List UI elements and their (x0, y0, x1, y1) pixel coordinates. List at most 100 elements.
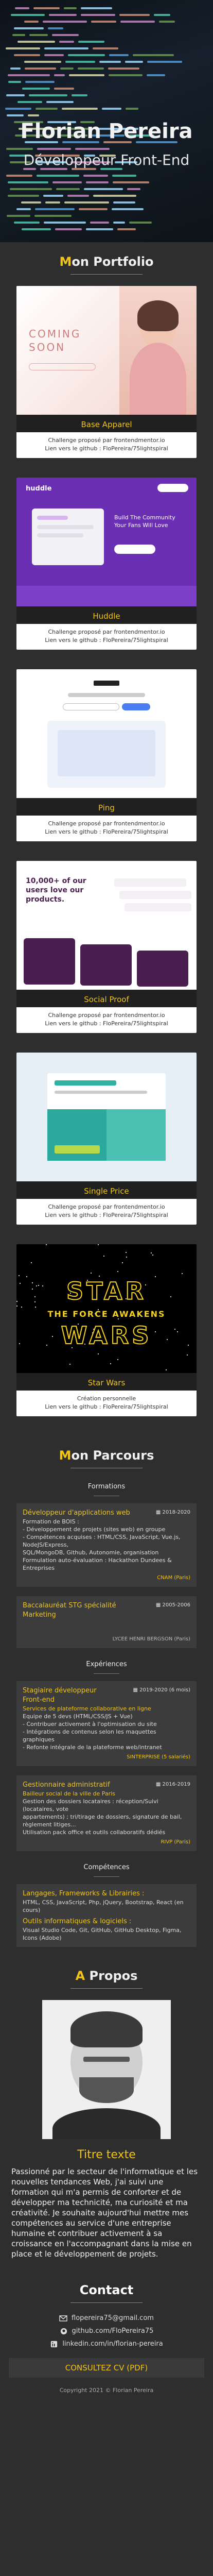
code-line (59, 41, 74, 43)
star (19, 1275, 20, 1276)
code-line (54, 88, 74, 90)
apropos-section: A Propos Titre texte Passionné par le se… (0, 1956, 213, 2259)
code-line (78, 41, 104, 43)
project-title: Ping (16, 798, 197, 816)
code-line (48, 27, 63, 29)
code-line (7, 215, 30, 217)
code-line (108, 67, 139, 70)
star (98, 1353, 99, 1354)
star (117, 1271, 118, 1272)
project-card-social-proof[interactable]: 10,000+ of our users love our products. … (16, 861, 197, 1033)
code-line (24, 21, 39, 23)
code-line (125, 61, 143, 63)
code-line (44, 222, 86, 224)
code-line (55, 228, 82, 230)
code-line (117, 228, 136, 230)
calendar-icon: ▦ (155, 1782, 161, 1787)
code-line (78, 67, 104, 70)
project-screenshot[interactable]: COMING SOON (16, 286, 197, 415)
code-line (119, 14, 150, 16)
code-line (12, 34, 25, 36)
star (31, 1262, 32, 1263)
star (117, 1359, 118, 1360)
code-line (93, 47, 118, 49)
code-line (126, 108, 138, 110)
code-line (112, 175, 136, 177)
divider (94, 1876, 119, 1877)
code-line (29, 34, 48, 36)
code-line (16, 208, 31, 210)
code-line (37, 175, 79, 177)
formation-place: LYCEE HENRI BERGSON (Paris) (112, 1636, 190, 1642)
code-line (35, 208, 75, 210)
star (182, 1273, 183, 1274)
code-line (44, 47, 88, 49)
hero-subtitle: Développeur Front-End (23, 151, 190, 168)
code-line (8, 195, 39, 197)
code-line (49, 14, 77, 16)
star (187, 1354, 188, 1355)
code-line (21, 201, 41, 204)
calendar-icon: ▦ (155, 1510, 161, 1515)
mock-logo: huddle (26, 485, 52, 493)
star (16, 1306, 17, 1307)
project-card-star-wars[interactable]: STAR THE FORCE AWAKENS WARS Star Wars Cr… (16, 1244, 197, 1416)
project-screenshot[interactable]: 10,000+ of our users love our products. (16, 861, 197, 990)
project-screenshot[interactable]: huddle Build The Community Your Fans Wil… (16, 478, 197, 606)
star (98, 1244, 99, 1245)
star (110, 1363, 111, 1364)
project-screenshot[interactable]: STAR THE FORCE AWAKENS WARS (16, 1244, 197, 1373)
parcours-section: Mon Parcours Formations Développeur d'ap… (0, 1436, 213, 1947)
code-line (86, 228, 113, 230)
profile-photo (42, 2000, 171, 2139)
project-card-single-price[interactable]: Single Price Challenge proposé par front… (16, 1053, 197, 1225)
project-title: Base Apparel (16, 415, 197, 432)
formation-card: Développeur d'applications web ▦ 2018-20… (16, 1503, 197, 1587)
project-description: Challenge proposé par frontendmentor.io … (16, 816, 197, 841)
project-description: Création personnelle Lien vers le github… (16, 1391, 197, 1416)
experience-card: Stagiaire développeur Front-end ▦ 2019-2… (16, 1681, 197, 1766)
project-card-base-apparel[interactable]: COMING SOON Base Apparel Challenge propo… (16, 286, 197, 458)
linkedin-link[interactable]: linkedin.com/in/florian-pereira (0, 2340, 213, 2348)
competences-title: Langages, Frameworks & Librairies : (23, 1890, 145, 1897)
code-line (83, 175, 108, 177)
github-link[interactable]: github.com/FloPereira75 (0, 2327, 213, 2335)
code-line (120, 21, 155, 23)
project-card-ping[interactable]: Ping Challenge proposé par frontendmento… (16, 669, 197, 841)
cv-download-button[interactable]: CONSULTEZ CV (PDF) (9, 2358, 204, 2378)
code-line (8, 81, 21, 83)
code-line (52, 34, 79, 36)
competences-title-2: Outils informatiques & logiciels : (23, 1918, 132, 1925)
contact-section: Contact flopereira75@gmail.com github.co… (0, 2259, 213, 2378)
project-screenshot[interactable] (16, 669, 197, 798)
code-line (8, 181, 48, 183)
code-line (68, 54, 105, 56)
about-title: Titre texte (77, 2148, 136, 2161)
code-line (37, 148, 71, 150)
code-line (24, 61, 61, 63)
code-line (64, 7, 77, 9)
code-line (45, 201, 60, 204)
code-line (36, 108, 58, 110)
code-line (133, 54, 174, 56)
star (122, 1262, 123, 1263)
project-card-huddle[interactable]: huddle Build The Community Your Fans Wil… (16, 478, 197, 650)
portfolio-section: Mon Portfolio COMING SOON Base Apparel C… (0, 242, 213, 1416)
experience-place: SINTERPRISE (5 salariés) (127, 1754, 190, 1760)
code-line (113, 201, 135, 204)
experience-title: Gestionnaire administratif (23, 1781, 110, 1789)
email-link[interactable]: flopereira75@gmail.com (0, 2314, 213, 2322)
code-line (33, 7, 60, 9)
formation-dates: ▦ 2018-2020 (155, 1510, 190, 1515)
code-line (81, 7, 112, 9)
project-description: Challenge proposé par frontendmentor.io … (16, 624, 197, 650)
code-line (99, 61, 121, 63)
code-line (79, 208, 108, 210)
divider (70, 2302, 143, 2303)
code-line (54, 74, 65, 76)
code-line (8, 74, 50, 76)
project-screenshot[interactable] (16, 1053, 197, 1181)
formation-dates: ▦ 2005-2006 (155, 1602, 190, 1608)
footer: Copyright 2021 © Florian Pereira (59, 2387, 154, 2394)
divider (70, 1988, 143, 1989)
